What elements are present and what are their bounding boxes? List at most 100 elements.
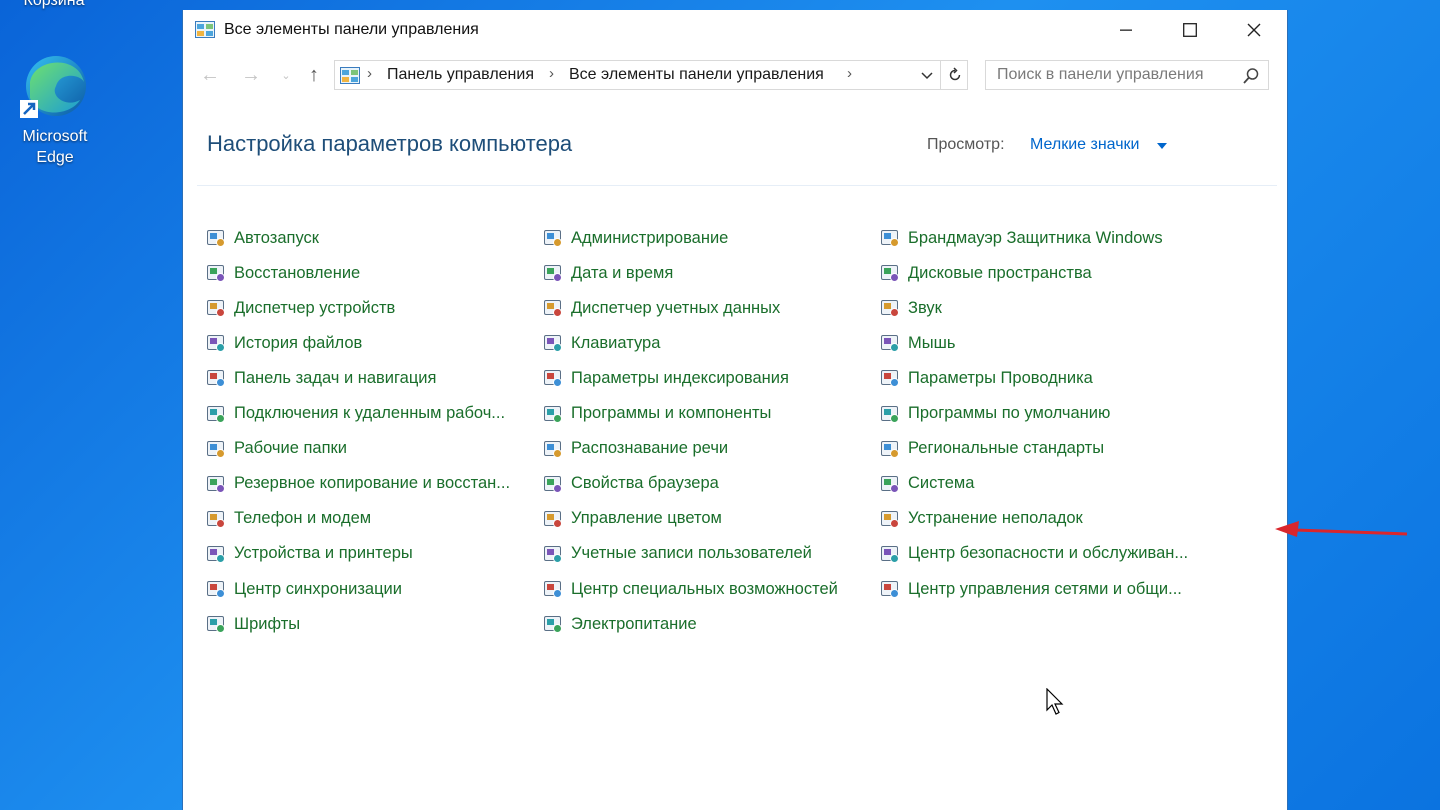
control-panel-link[interactable]: Учетные записи пользователей: [542, 539, 812, 569]
title-bar[interactable]: Все элементы панели управления: [183, 10, 1287, 50]
control-panel-link-label[interactable]: Центр управления сетями и общи...: [908, 580, 1182, 599]
control-panel-link-label[interactable]: Параметры индексирования: [571, 369, 789, 388]
control-panel-link-label[interactable]: Брандмауэр Защитника Windows: [908, 229, 1163, 248]
control-panel-link-label[interactable]: Рабочие папки: [234, 439, 347, 458]
control-panel-link-label[interactable]: Звук: [908, 299, 942, 318]
control-panel-link[interactable]: Шрифты: [205, 609, 300, 639]
address-dropdown-button[interactable]: [915, 65, 939, 87]
control-panel-link-label[interactable]: Свойства браузера: [571, 474, 719, 493]
search-input[interactable]: Поиск в панели управления: [997, 66, 1203, 84]
control-panel-link-label[interactable]: Программы по умолчанию: [908, 404, 1110, 423]
control-panel-link[interactable]: Центр синхронизации: [205, 574, 402, 604]
control-panel-link[interactable]: Подключения к удаленным рабоч...: [205, 399, 505, 429]
control-panel-link[interactable]: Администрирование: [542, 223, 728, 253]
control-panel-link[interactable]: Резервное копирование и восстан...: [205, 469, 510, 499]
control-panel-link[interactable]: Система: [879, 469, 974, 499]
control-panel-link[interactable]: Устройства и принтеры: [205, 539, 413, 569]
control-panel-link[interactable]: Звук: [879, 293, 942, 323]
chevron-right-icon[interactable]: ›: [549, 65, 554, 82]
control-panel-link-label[interactable]: Автозапуск: [234, 229, 319, 248]
control-panel-link-label[interactable]: Учетные записи пользователей: [571, 544, 812, 563]
search-icon[interactable]: [1242, 67, 1260, 85]
control-panel-link-label[interactable]: Диспетчер устройств: [234, 299, 395, 318]
control-panel-link-label[interactable]: Клавиатура: [571, 334, 660, 353]
control-panel-link[interactable]: Устранение неполадок: [879, 504, 1083, 534]
storage-spaces-icon: [881, 265, 899, 283]
control-panel-link[interactable]: Брандмауэр Защитника Windows: [879, 223, 1163, 253]
control-panel-link[interactable]: Мышь: [879, 328, 955, 358]
edge-label[interactable]: Microsoft Edge: [10, 126, 100, 168]
control-panel-link[interactable]: Электропитание: [542, 609, 697, 639]
control-panel-link-label[interactable]: Центр специальных возможностей: [571, 580, 838, 599]
control-panel-link-label[interactable]: Резервное копирование и восстан...: [234, 474, 510, 493]
control-panel-link-label[interactable]: История файлов: [234, 334, 362, 353]
control-panel-link-label[interactable]: Центр синхронизации: [234, 580, 402, 599]
control-panel-link[interactable]: Управление цветом: [542, 504, 722, 534]
refresh-icon: [949, 67, 961, 81]
recycle-bin-label[interactable]: Корзина: [22, 0, 86, 10]
control-panel-link[interactable]: Параметры индексирования: [542, 363, 789, 393]
control-panel-link-label[interactable]: Диспетчер учетных данных: [571, 299, 780, 318]
control-panel-link[interactable]: Телефон и модем: [205, 504, 371, 534]
mouse-icon: [879, 332, 901, 354]
control-panel-link-label[interactable]: Электропитание: [571, 615, 697, 634]
control-panel-link-label[interactable]: Мышь: [908, 334, 955, 353]
control-panel-link[interactable]: Программы и компоненты: [542, 399, 771, 429]
search-box[interactable]: Поиск в панели управления: [985, 60, 1269, 90]
control-panel-link-label[interactable]: Параметры Проводника: [908, 369, 1093, 388]
back-button[interactable]: ←: [197, 63, 223, 87]
control-panel-link-label[interactable]: Телефон и модем: [234, 509, 371, 528]
control-panel-link-label[interactable]: Восстановление: [234, 264, 360, 283]
control-panel-link-label[interactable]: Региональные стандарты: [908, 439, 1104, 458]
control-panel-link[interactable]: Программы по умолчанию: [879, 399, 1110, 429]
control-panel-link[interactable]: Диспетчер учетных данных: [542, 293, 780, 323]
recent-locations-button[interactable]: ⌄: [273, 63, 299, 87]
dropdown-arrow-icon[interactable]: [1157, 143, 1167, 149]
up-button[interactable]: ↑: [301, 63, 327, 87]
control-panel-link[interactable]: Параметры Проводника: [879, 363, 1093, 393]
control-panel-link[interactable]: Распознавание речи: [542, 434, 728, 464]
taskbar-icon: [207, 370, 225, 388]
breadcrumb-all-items[interactable]: Все элементы панели управления: [569, 66, 824, 84]
minimize-button[interactable]: [1094, 10, 1158, 50]
breadcrumb-control-panel[interactable]: Панель управления: [387, 66, 534, 84]
control-panel-link-label[interactable]: Устранение неполадок: [908, 509, 1083, 528]
edge-icon[interactable]: [20, 52, 90, 122]
control-panel-link-label[interactable]: Устройства и принтеры: [234, 544, 413, 563]
close-button[interactable]: [1222, 10, 1286, 50]
control-panel-link-label[interactable]: Дисковые пространства: [908, 264, 1092, 283]
maximize-button[interactable]: [1158, 10, 1222, 50]
control-panel-link[interactable]: Свойства браузера: [542, 469, 719, 499]
control-panel-link[interactable]: Рабочие папки: [205, 434, 347, 464]
control-panel-link[interactable]: Автозапуск: [205, 223, 319, 253]
chevron-right-icon[interactable]: ›: [847, 65, 852, 82]
control-panel-link[interactable]: Центр специальных возможностей: [542, 574, 838, 604]
control-panel-link[interactable]: Дисковые пространства: [879, 258, 1092, 288]
control-panel-link-label[interactable]: Дата и время: [571, 264, 673, 283]
control-panel-link[interactable]: Региональные стандарты: [879, 434, 1104, 464]
control-panel-link-label[interactable]: Администрирование: [571, 229, 728, 248]
address-bar[interactable]: › Панель управления › Все элементы панел…: [334, 60, 968, 90]
view-by-dropdown[interactable]: Мелкие значки: [1030, 136, 1139, 154]
control-panel-link[interactable]: Центр безопасности и обслуживан...: [879, 539, 1188, 569]
control-panel-link-label[interactable]: Распознавание речи: [571, 439, 728, 458]
control-panel-link[interactable]: Диспетчер устройств: [205, 293, 395, 323]
keyboard-icon: [542, 332, 564, 354]
control-panel-link[interactable]: Панель задач и навигация: [205, 363, 436, 393]
control-panel-link-label[interactable]: Шрифты: [234, 615, 300, 634]
programs-icon: [542, 403, 564, 425]
control-panel-link-label[interactable]: Панель задач и навигация: [234, 369, 436, 388]
control-panel-link-label[interactable]: Управление цветом: [571, 509, 722, 528]
control-panel-link-label[interactable]: Система: [908, 474, 974, 493]
control-panel-link-label[interactable]: Подключения к удаленным рабоч...: [234, 404, 505, 423]
control-panel-link[interactable]: Центр управления сетями и общи...: [879, 574, 1182, 604]
control-panel-link-label[interactable]: Программы и компоненты: [571, 404, 771, 423]
chevron-right-icon[interactable]: ›: [367, 65, 372, 82]
forward-button[interactable]: →: [238, 63, 264, 87]
control-panel-link[interactable]: Дата и время: [542, 258, 673, 288]
control-panel-link[interactable]: История файлов: [205, 328, 362, 358]
refresh-button[interactable]: [940, 61, 969, 89]
control-panel-link[interactable]: Восстановление: [205, 258, 360, 288]
control-panel-link[interactable]: Клавиатура: [542, 328, 660, 358]
control-panel-link-label[interactable]: Центр безопасности и обслуживан...: [908, 544, 1188, 563]
